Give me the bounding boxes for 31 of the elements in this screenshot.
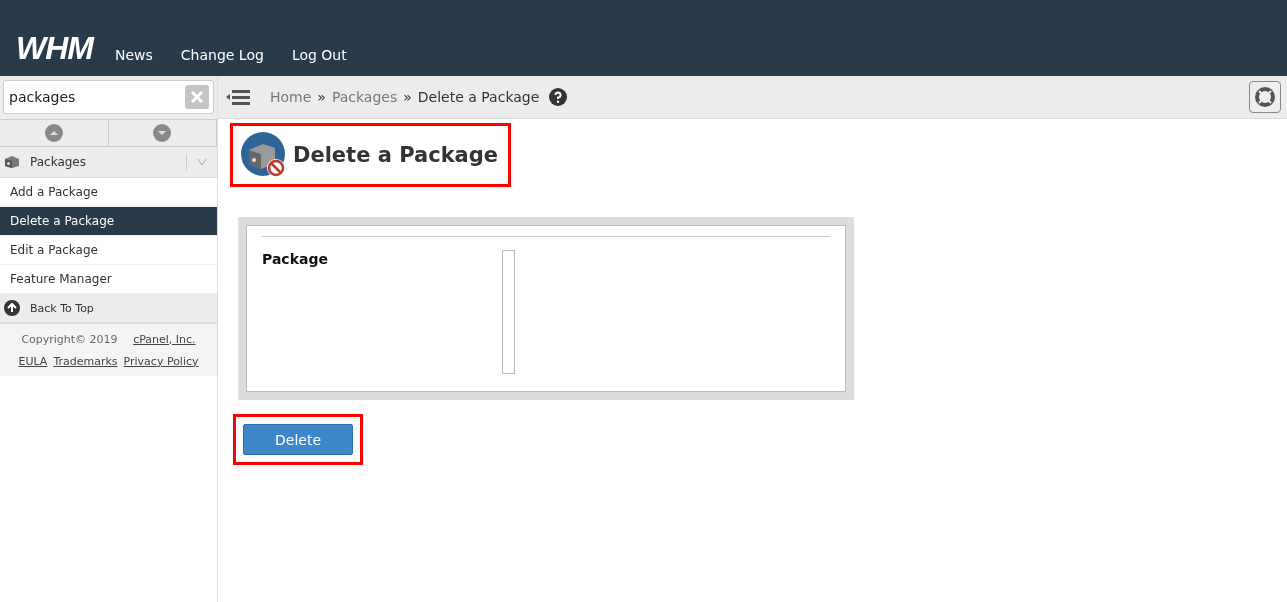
category-header[interactable]: Packages bbox=[0, 147, 217, 178]
sidebar-item[interactable]: Delete a Package bbox=[0, 207, 217, 236]
help-icon[interactable] bbox=[549, 88, 568, 106]
copyright-text: Copyright© 2019 bbox=[21, 332, 118, 346]
up-arrow-icon bbox=[4, 300, 20, 316]
support-button[interactable] bbox=[1249, 81, 1281, 113]
sidebar-item[interactable]: Edit a Package bbox=[0, 236, 217, 265]
package-list[interactable] bbox=[502, 250, 515, 374]
collapse-menu-icon[interactable] bbox=[226, 88, 250, 106]
delete-button[interactable]: Delete bbox=[243, 424, 353, 455]
chevron-icon[interactable] bbox=[197, 158, 207, 166]
breadcrumb-link[interactable]: Home bbox=[270, 89, 312, 105]
field-label: Package bbox=[262, 251, 329, 269]
footer-link[interactable]: Privacy Policy bbox=[123, 354, 199, 368]
package-delete-icon bbox=[241, 132, 287, 178]
clear-icon[interactable] bbox=[185, 85, 209, 109]
back-to-top-link[interactable]: Back To Top bbox=[0, 294, 217, 324]
footer-link[interactable]: EULA bbox=[18, 354, 48, 368]
footer-link[interactable]: Trademarks bbox=[53, 354, 118, 368]
company-link[interactable]: cPanel, Inc. bbox=[133, 332, 196, 346]
box-icon bbox=[4, 155, 20, 169]
breadcrumb-link[interactable]: Packages bbox=[331, 89, 398, 105]
nav-link[interactable]: Log Out bbox=[291, 44, 347, 66]
nav-link[interactable]: Change Log bbox=[180, 44, 264, 66]
logo[interactable]: WHM bbox=[16, 30, 93, 66]
page-title: Delete a Package bbox=[293, 143, 499, 167]
breadcrumb-separator: » bbox=[317, 89, 326, 105]
breadcrumb-separator: » bbox=[403, 89, 412, 105]
breadcrumb-link[interactable]: Delete a Package bbox=[417, 89, 540, 105]
nav-link[interactable]: News bbox=[114, 44, 153, 66]
search-field[interactable]: packages bbox=[3, 80, 214, 114]
